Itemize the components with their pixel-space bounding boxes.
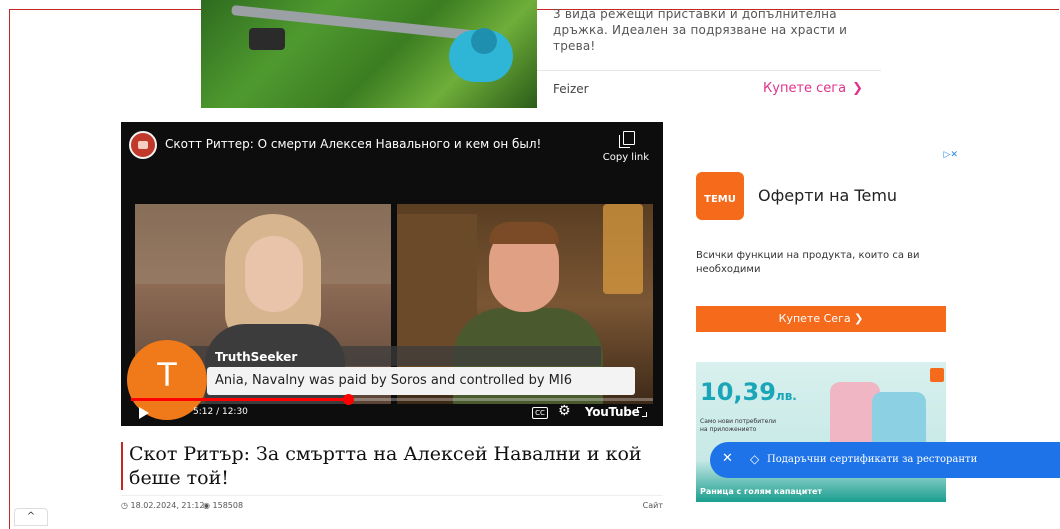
scroll-up-button[interactable]: ^ (14, 508, 48, 526)
progress-fill (131, 398, 349, 401)
fullscreen-icon[interactable] (637, 407, 647, 417)
article-meta: ◷ 18.02.2024, 21:12 ◉ 158508 Сайт (121, 495, 663, 512)
buy-now-label: Купете сега (763, 81, 847, 96)
banner-tag-icon (930, 368, 944, 382)
comment-author: TruthSeeker (215, 350, 298, 364)
temu-logo[interactable]: TEMU (696, 172, 744, 220)
gear-icon[interactable]: ⚙ (558, 403, 571, 419)
comment-text: Ania, Navalny was paid by Soros and cont… (215, 373, 572, 388)
ad-footer: Feizer Купете сега ❯ (537, 70, 881, 109)
tag-icon: ◇ (750, 452, 760, 466)
comment-bubble: Ania, Navalny was paid by Soros and cont… (207, 367, 635, 395)
article-date: ◷ 18.02.2024, 21:12 (121, 501, 205, 510)
banner-subtitle: Само нови потребители на приложението (700, 418, 777, 433)
ad-choices-icon[interactable]: ▷✕ (944, 150, 958, 160)
temu-buy-button[interactable]: Купете Сега ❯ (696, 306, 946, 332)
captions-icon[interactable]: CC (532, 407, 548, 419)
article-title[interactable]: Скот Ритър: За смъртта на Алексей Навалн… (121, 442, 664, 490)
notification-text[interactable]: Подаръчни сертификати за ресторанти (767, 454, 977, 465)
temu-description: Всички функции на продукта, които са ви … (696, 250, 920, 275)
channel-logo[interactable] (129, 131, 157, 159)
copy-link-label[interactable]: Copy link (603, 152, 649, 163)
time-display: 5:12 / 12:30 (193, 407, 248, 417)
trimmer-handle (249, 28, 285, 50)
notification-bar[interactable]: ✕ ◇ Подаръчни сертификати за ресторанти (710, 442, 1060, 478)
youtube-logo[interactable]: YouTube (585, 405, 640, 419)
top-ad[interactable]: 3 вида режещи приставки и допълнителна д… (201, 0, 881, 108)
chevron-right-icon: ❯ (852, 81, 863, 96)
avatar-letter: T (157, 356, 177, 394)
temu-banner[interactable]: 10,39лв. Само нови потребители на прилож… (696, 362, 946, 502)
copy-icon[interactable] (619, 131, 635, 148)
article-views: ◉ 158508 (203, 501, 244, 510)
video-title[interactable]: Скотт Риттер: О смерти Алексея Навальног… (165, 137, 541, 151)
ad-product-image[interactable] (201, 0, 537, 108)
close-icon[interactable]: ✕ (722, 451, 733, 466)
play-icon[interactable] (139, 407, 149, 419)
progress-bar[interactable] (131, 394, 653, 405)
video-player[interactable]: Скотт Риттер: О смерти Алексея Навальног… (121, 122, 663, 426)
banner-caption: Раница с голям капацитет (700, 487, 823, 496)
price: 10,39лв. (700, 378, 797, 406)
article-source: Сайт (642, 501, 663, 510)
trimmer-blade (471, 28, 497, 54)
ad-description: 3 вида режещи приставки и допълнителна д… (553, 7, 848, 53)
temu-title[interactable]: Оферти на Temu (758, 186, 897, 205)
ad-brand: Feizer (553, 82, 589, 96)
buy-now-link[interactable]: Купете сега ❯ (763, 81, 863, 96)
